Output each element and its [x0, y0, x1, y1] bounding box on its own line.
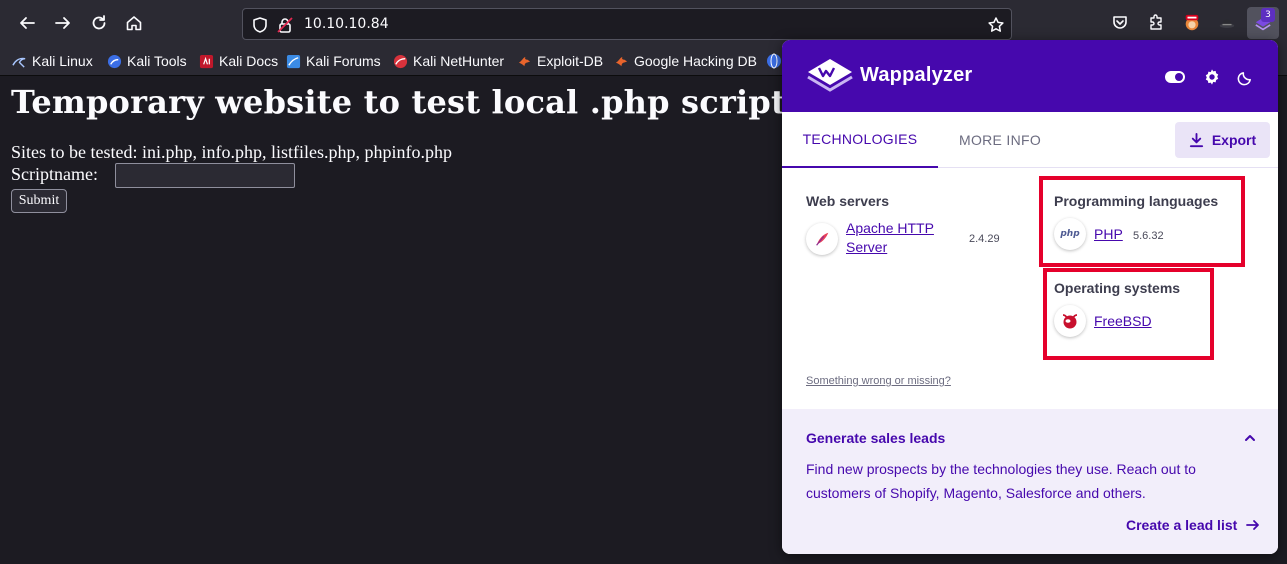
star-icon[interactable] — [987, 16, 1005, 34]
kali-dragon-icon — [12, 57, 26, 68]
tech-version: 2.4.29 — [969, 233, 1000, 245]
highlight-box-programming-languages — [1039, 176, 1245, 267]
scriptname-input[interactable] — [115, 163, 295, 188]
extension-badge: 3 — [1261, 8, 1275, 22]
highlight-box-operating-systems — [1043, 268, 1214, 360]
settings-button[interactable] — [1202, 67, 1222, 87]
kali-docs-icon — [199, 54, 214, 68]
bookmark-label: Kali Tools — [127, 53, 187, 69]
url-text[interactable]: 10.10.10.84 — [304, 16, 389, 32]
home-button[interactable] — [120, 9, 148, 37]
apache-feather-icon — [806, 223, 838, 255]
tab-technologies[interactable]: TECHNOLOGIES — [782, 112, 938, 168]
chevron-up-icon[interactable] — [1241, 429, 1259, 447]
leads-description: Find new prospects by the technologies t… — [806, 461, 1196, 501]
wappalyzer-tabs: TECHNOLOGIES MORE INFO Export — [782, 112, 1278, 168]
bookmark-google-hacking-db[interactable]: Google Hacking DB — [614, 52, 757, 70]
home-icon — [126, 16, 142, 31]
kali-forums-icon — [286, 54, 301, 68]
sites-text: Sites to be tested: ini.php, info.php, l… — [11, 142, 452, 162]
bookmark-label: Kali NetHunter — [413, 53, 505, 69]
submit-button[interactable]: Submit — [11, 189, 67, 213]
tech-apache-http-server[interactable]: Apache HTTP Server — [846, 219, 956, 257]
pocket-icon — [1113, 16, 1127, 29]
leads-title: Generate sales leads — [806, 430, 946, 446]
sales-leads-panel: Generate sales leads Find new prospects … — [782, 409, 1278, 554]
wappalyzer-logo-icon — [807, 59, 853, 92]
download-icon — [1189, 132, 1203, 147]
nethunter-icon — [393, 54, 408, 68]
toggle-icon — [1165, 71, 1185, 83]
globe-icon[interactable] — [766, 53, 782, 69]
bookmark-exploit-db[interactable]: Exploit-DB — [517, 52, 603, 70]
reload-icon — [92, 15, 106, 30]
foxyproxy-button[interactable] — [1181, 12, 1203, 34]
category-web-servers: Web servers — [806, 193, 890, 209]
exploit-db-icon — [518, 56, 531, 66]
bookmark-kali-tools[interactable]: Kali Tools — [107, 52, 187, 70]
pocket-button[interactable] — [1109, 12, 1131, 34]
ghdb-icon — [615, 56, 628, 66]
fox-icon — [1185, 14, 1199, 31]
bookmark-label: Kali Docs — [219, 53, 279, 69]
export-button[interactable]: Export — [1175, 122, 1270, 158]
wappalyzer-header: Wappalyzer — [782, 40, 1278, 112]
kali-tools-icon — [107, 54, 122, 68]
shield-icon[interactable] — [251, 16, 269, 34]
bookmark-kali-linux[interactable]: Kali Linux — [12, 52, 93, 70]
bookmark-label: Kali Linux — [32, 53, 93, 69]
arrow-right-icon — [1246, 520, 1260, 530]
bookmark-label: Kali Forums — [306, 53, 381, 69]
bookmark-kali-nethunter[interactable]: Kali NetHunter — [393, 52, 504, 70]
tab-more-info[interactable]: MORE INFO — [938, 112, 1062, 168]
back-button[interactable] — [13, 9, 41, 37]
insecure-lock-icon[interactable] — [276, 16, 294, 34]
url-bar[interactable]: 10.10.10.84 — [242, 8, 1012, 40]
bookmark-label: Exploit-DB — [537, 53, 604, 69]
theme-button[interactable] — [1235, 67, 1255, 87]
export-label: Export — [1211, 132, 1257, 148]
hat-icon — [1219, 19, 1235, 28]
wappalyzer-title: Wappalyzer — [860, 64, 973, 86]
bookmark-label: Google Hacking DB — [634, 53, 757, 69]
scriptname-label: Scriptname: — [11, 164, 98, 184]
arrow-right-icon — [55, 17, 70, 29]
toggle-switch[interactable] — [1165, 67, 1185, 87]
something-wrong-link[interactable]: Something wrong or missing? — [806, 375, 951, 387]
hat-extension-button[interactable] — [1216, 12, 1238, 34]
bookmark-kali-docs[interactable]: Kali Docs — [199, 52, 278, 70]
arrow-left-icon — [20, 17, 35, 29]
gear-icon — [1205, 69, 1219, 85]
moon-icon — [1237, 71, 1251, 85]
create-lead-list-link[interactable]: Create a lead list — [1126, 517, 1261, 533]
page-heading: Temporary website to test local .php scr… — [11, 83, 805, 121]
bookmark-kali-forums[interactable]: Kali Forums — [286, 52, 381, 70]
reload-button[interactable] — [85, 9, 113, 37]
cta-label: Create a lead list — [1126, 517, 1238, 533]
puzzle-icon — [1150, 14, 1162, 30]
forward-button[interactable] — [49, 9, 77, 37]
extensions-button[interactable] — [1145, 12, 1167, 34]
wappalyzer-popup: Wappalyzer TECHNOLOGIES MORE INFO Export… — [782, 40, 1278, 554]
